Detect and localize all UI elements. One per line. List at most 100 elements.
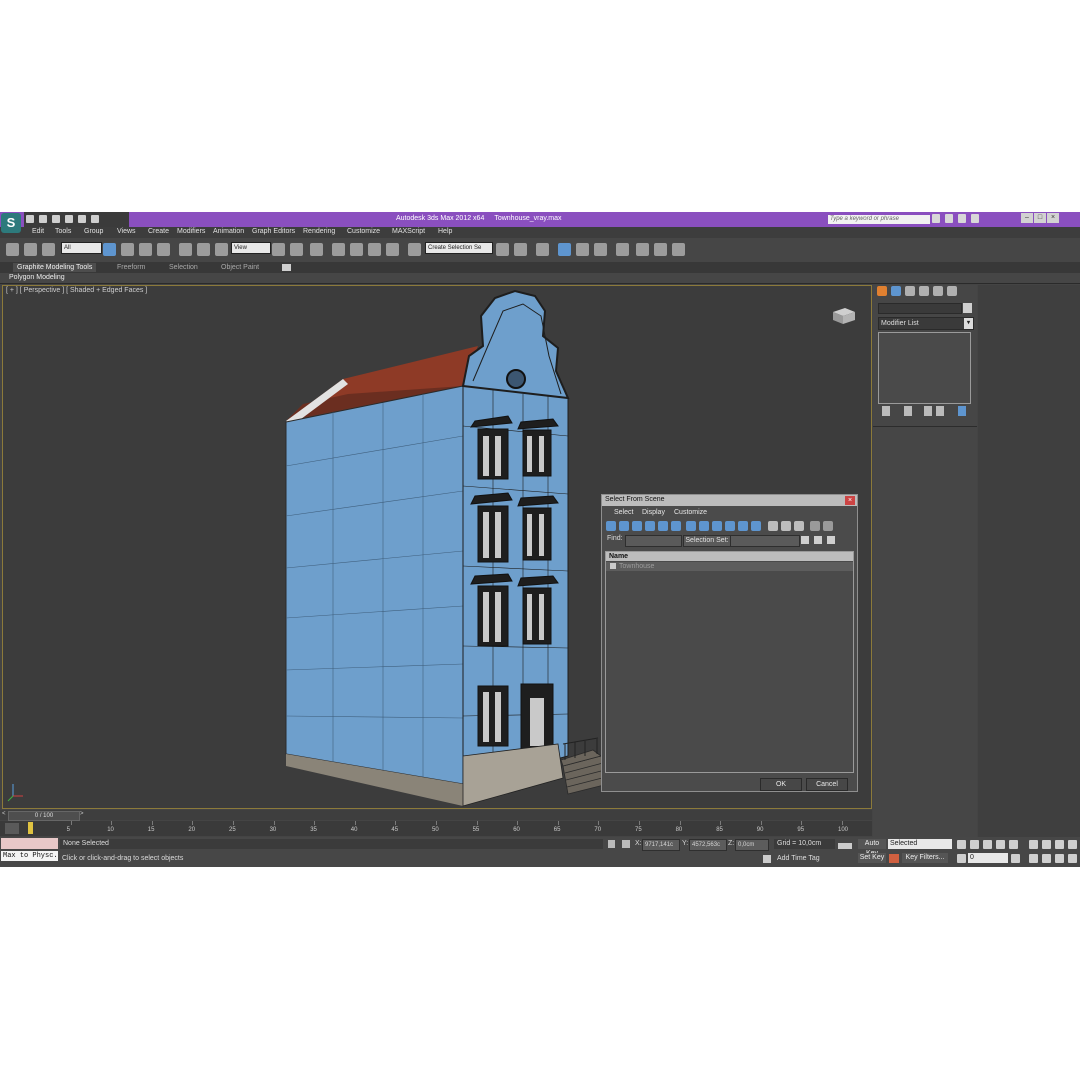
hierarchy-tab-icon[interactable] bbox=[905, 286, 915, 296]
binoculars-icon[interactable] bbox=[932, 214, 940, 223]
menu-views[interactable]: Views bbox=[117, 228, 136, 235]
save-set-icon[interactable] bbox=[801, 536, 809, 544]
frozen-filter-icon[interactable] bbox=[738, 521, 748, 531]
align-icon[interactable] bbox=[514, 243, 527, 256]
bind-spacewarp-icon[interactable] bbox=[42, 243, 55, 256]
modify-tab-icon[interactable] bbox=[891, 286, 901, 296]
configure-sets-icon[interactable] bbox=[958, 406, 966, 416]
keyboard-shortcut-icon[interactable] bbox=[310, 243, 323, 256]
cameras-filter-icon[interactable] bbox=[645, 521, 655, 531]
subscription-icon[interactable] bbox=[944, 214, 953, 223]
cancel-button[interactable]: Cancel bbox=[806, 778, 848, 791]
link-icon[interactable] bbox=[6, 243, 19, 256]
utilities-tab-icon[interactable] bbox=[947, 286, 957, 296]
rotate-icon[interactable] bbox=[197, 243, 210, 256]
undo-icon[interactable] bbox=[64, 215, 73, 223]
selection-set-dropdown[interactable] bbox=[730, 535, 800, 547]
select-none-icon[interactable] bbox=[781, 521, 791, 531]
display-tab-icon[interactable] bbox=[933, 286, 943, 296]
window-crossing-icon[interactable] bbox=[157, 243, 170, 256]
pan-icon[interactable] bbox=[1042, 854, 1051, 863]
prev-frame-icon[interactable]: < bbox=[2, 811, 6, 817]
perspective-viewport[interactable]: [ + ] [ Perspective ] [ Shaded + Edged F… bbox=[2, 285, 872, 809]
menu-tools[interactable]: Tools bbox=[55, 228, 71, 235]
mini-curve-editor-icon[interactable] bbox=[5, 823, 19, 834]
move-icon[interactable] bbox=[179, 243, 192, 256]
track-bar[interactable]: 5 10 15 20 25 30 35 40 45 50 55 60 65 70 75 80 85 90 95 100 bbox=[0, 821, 872, 836]
save-file-icon[interactable] bbox=[51, 215, 60, 223]
select-object-icon[interactable] bbox=[103, 243, 116, 256]
selection-filter-dropdown[interactable]: All bbox=[61, 242, 102, 254]
edit-named-selection-icon[interactable] bbox=[408, 243, 421, 256]
key-mode-toggle-icon[interactable] bbox=[957, 854, 966, 863]
x-coordinate-field[interactable]: 9717,141c bbox=[642, 839, 680, 851]
graphite-toggle-icon[interactable] bbox=[558, 243, 571, 256]
key-icon[interactable] bbox=[838, 843, 852, 849]
time-tag-icon[interactable] bbox=[763, 855, 771, 863]
lights-filter-icon[interactable] bbox=[632, 521, 642, 531]
menu-group[interactable]: Group bbox=[84, 228, 103, 235]
remove-set-icon[interactable] bbox=[827, 536, 835, 544]
render-setup-icon[interactable] bbox=[636, 243, 649, 256]
communication-star-icon[interactable] bbox=[957, 214, 966, 223]
dialog-title-bar[interactable]: Select From Scene × bbox=[602, 495, 857, 506]
time-configuration-icon[interactable] bbox=[1011, 854, 1020, 863]
dialog-close-button[interactable]: × bbox=[845, 496, 855, 505]
z-coordinate-field[interactable]: 0,0cm bbox=[735, 839, 769, 851]
new-file-icon[interactable] bbox=[26, 215, 34, 223]
object-color-swatch[interactable] bbox=[963, 303, 972, 313]
render-teapot-icon[interactable] bbox=[672, 243, 685, 256]
geometry-filter-icon[interactable] bbox=[606, 521, 616, 531]
y-coordinate-field[interactable]: 4572,563c bbox=[689, 839, 727, 851]
helpers-filter-icon[interactable] bbox=[658, 521, 668, 531]
maxscript-listener-output[interactable] bbox=[1, 838, 58, 849]
unlink-icon[interactable] bbox=[24, 243, 37, 256]
select-manipulate-icon[interactable] bbox=[290, 243, 303, 256]
current-frame-field[interactable]: 0 bbox=[968, 853, 1008, 863]
add-set-icon[interactable] bbox=[814, 536, 822, 544]
next-key-icon[interactable] bbox=[996, 840, 1005, 849]
zoom-all-icon[interactable] bbox=[1042, 840, 1051, 849]
create-tab-icon[interactable] bbox=[877, 286, 887, 296]
find-input[interactable] bbox=[625, 535, 682, 547]
reference-coordinate-dropdown[interactable]: View bbox=[231, 242, 271, 254]
tab-selection[interactable]: Selection bbox=[169, 264, 198, 271]
menu-create[interactable]: Create bbox=[148, 228, 169, 235]
key-filters-button[interactable]: Key Filters... bbox=[902, 853, 948, 863]
scene-object-list[interactable]: Name Townhouse bbox=[605, 551, 854, 773]
sort-options-icon[interactable] bbox=[823, 521, 833, 531]
set-key-button[interactable]: Set Key bbox=[858, 853, 886, 863]
orbit-icon[interactable] bbox=[1055, 854, 1064, 863]
hidden-filter-icon[interactable] bbox=[751, 521, 761, 531]
object-name-field[interactable] bbox=[878, 303, 962, 314]
column-header-name[interactable]: Name bbox=[606, 552, 853, 561]
field-of-view-icon[interactable] bbox=[1029, 854, 1038, 863]
menu-modifiers[interactable]: Modifiers bbox=[177, 228, 205, 235]
mirror-icon[interactable] bbox=[496, 243, 509, 256]
zoom-extents-all-icon[interactable] bbox=[1068, 840, 1077, 849]
close-button[interactable]: × bbox=[1047, 213, 1059, 223]
modifier-stack[interactable] bbox=[878, 332, 971, 404]
layer-manager-icon[interactable] bbox=[536, 243, 549, 256]
bones-filter-icon[interactable] bbox=[712, 521, 722, 531]
application-button[interactable]: S bbox=[1, 213, 21, 233]
zoom-icon[interactable] bbox=[1029, 840, 1038, 849]
filter-funnel-icon[interactable] bbox=[810, 521, 820, 531]
ok-button[interactable]: OK bbox=[760, 778, 802, 791]
redo-icon[interactable] bbox=[77, 215, 86, 223]
curve-editor-icon[interactable] bbox=[576, 243, 589, 256]
make-unique-icon[interactable] bbox=[924, 406, 932, 416]
spinner-snap-icon[interactable] bbox=[386, 243, 399, 256]
spacewarps-filter-icon[interactable] bbox=[671, 521, 681, 531]
remove-modifier-icon[interactable] bbox=[936, 406, 944, 416]
ribbon-options-icon[interactable] bbox=[282, 264, 291, 271]
rendered-frame-icon[interactable] bbox=[654, 243, 667, 256]
list-item[interactable]: Townhouse bbox=[606, 562, 853, 571]
maxscript-listener-input[interactable]: Max to Physc. bbox=[1, 851, 58, 861]
snaps-toggle-icon[interactable] bbox=[332, 243, 345, 256]
auto-key-button[interactable]: Auto Key bbox=[858, 839, 886, 857]
select-invert-icon[interactable] bbox=[794, 521, 804, 531]
help-icon[interactable] bbox=[970, 214, 979, 223]
dialog-menu-select[interactable]: Select bbox=[614, 509, 633, 516]
percent-snap-icon[interactable] bbox=[368, 243, 381, 256]
